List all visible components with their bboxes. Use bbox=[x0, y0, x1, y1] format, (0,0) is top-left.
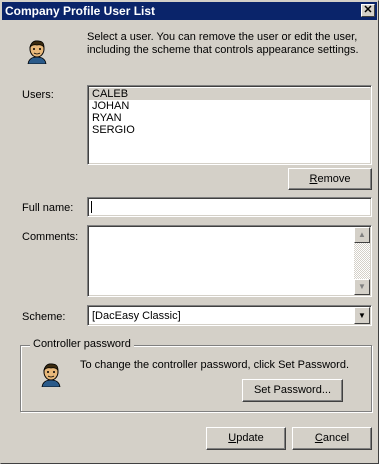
scrollbar-track[interactable] bbox=[354, 243, 370, 279]
comments-field[interactable]: ▲ ▼ bbox=[87, 225, 372, 297]
comments-label: Comments: bbox=[22, 231, 79, 243]
scheme-dropdown-button[interactable]: ▼ bbox=[354, 307, 370, 324]
scheme-value: [DacEasy Classic] bbox=[92, 310, 181, 322]
scroll-down-button[interactable]: ▼ bbox=[354, 279, 370, 295]
update-button[interactable]: Update bbox=[206, 427, 286, 450]
set-password-button[interactable]: Set Password... bbox=[242, 379, 343, 402]
remove-button[interactable]: Remove bbox=[288, 168, 372, 190]
chevron-down-icon: ▼ bbox=[358, 311, 366, 320]
full-name-label: Full name: bbox=[22, 202, 74, 214]
text-caret bbox=[91, 201, 92, 213]
list-item[interactable]: JOHAN bbox=[89, 100, 370, 112]
full-name-field[interactable] bbox=[87, 197, 372, 217]
dialog-window: Company Profile User List ✕ Select a use… bbox=[0, 0, 379, 464]
scheme-label: Scheme: bbox=[22, 311, 66, 323]
list-item[interactable]: SERGIO bbox=[89, 124, 370, 136]
title-bar[interactable]: Company Profile User List ✕ bbox=[2, 2, 377, 20]
users-label: Users: bbox=[22, 89, 54, 101]
scroll-up-button[interactable]: ▲ bbox=[354, 227, 370, 243]
close-icon: ✕ bbox=[363, 4, 373, 16]
controller-password-legend: Controller password bbox=[30, 338, 134, 350]
person-icon bbox=[41, 363, 61, 387]
list-item[interactable]: CALEB bbox=[89, 88, 370, 100]
users-listbox[interactable]: CALEB JOHAN RYAN SERGIO bbox=[87, 85, 372, 165]
list-item[interactable]: RYAN bbox=[89, 112, 370, 124]
arrow-up-icon: ▲ bbox=[358, 230, 366, 239]
controller-password-text: To change the controller password, click… bbox=[80, 359, 350, 371]
window-title: Company Profile User List bbox=[5, 4, 156, 18]
cancel-button[interactable]: Cancel bbox=[292, 427, 372, 450]
close-button[interactable]: ✕ bbox=[361, 4, 375, 17]
scheme-select[interactable]: [DacEasy Classic] ▼ bbox=[87, 305, 372, 326]
intro-text: Select a user. You can remove the user o… bbox=[87, 31, 359, 56]
arrow-down-icon: ▼ bbox=[358, 282, 366, 291]
person-icon bbox=[27, 40, 47, 64]
